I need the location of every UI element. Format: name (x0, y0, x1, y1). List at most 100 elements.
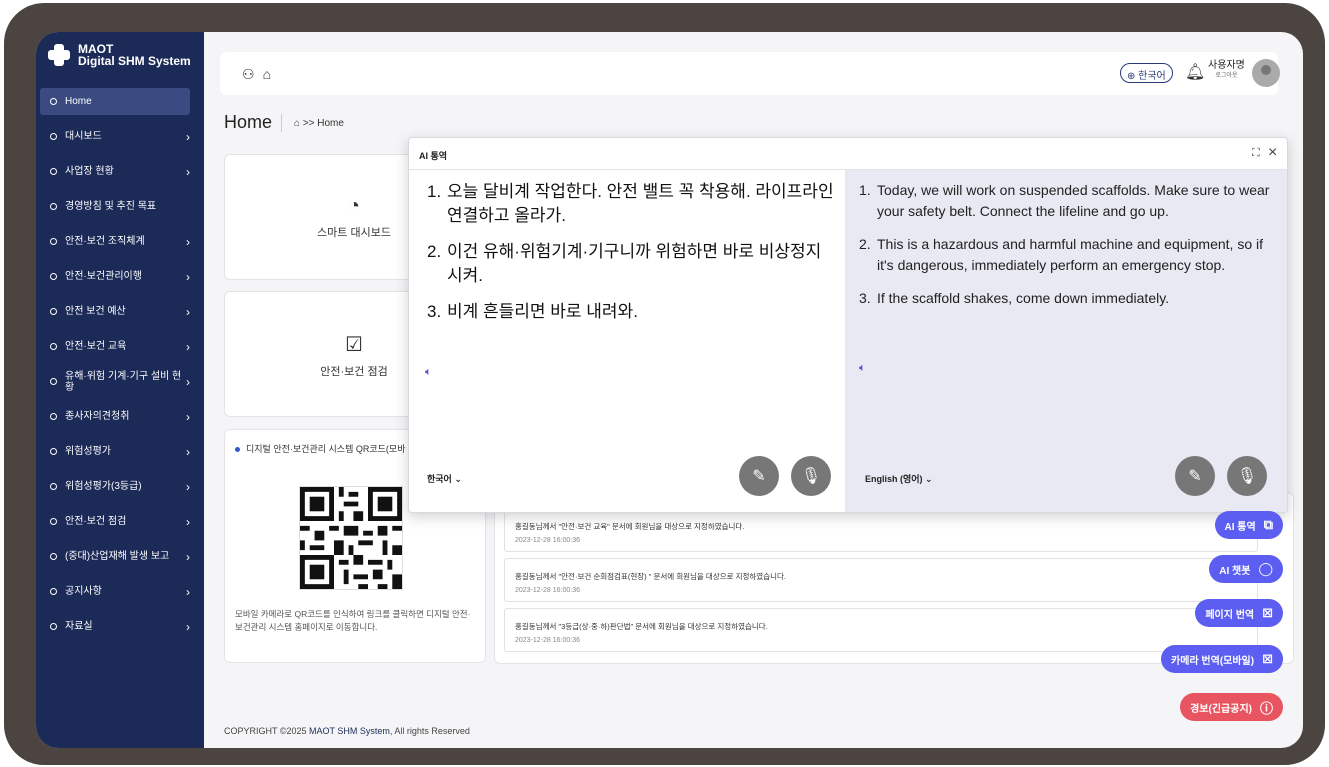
notification-item[interactable]: 홍길동님께서 "3등급(상·중·하)판단법" 문서에 회원님을 대상으로 지정하… (504, 608, 1258, 652)
sidebar-item-policy[interactable]: 경영방침 및 추진 목표 (36, 189, 204, 224)
pen-icon[interactable]: ✎ (1175, 456, 1215, 496)
ai-translate-button[interactable]: AI 통역 ⧉ (1214, 511, 1283, 539)
speaker-icon[interactable]: 🔈︎ (859, 362, 866, 375)
speaker-icon[interactable]: 🔈︎ (425, 366, 432, 379)
bullet-icon (50, 378, 57, 385)
bullet-icon (50, 483, 57, 490)
footer: COPYRIGHT ©2025 MAOT SHM System, All rig… (224, 726, 470, 736)
notification-item[interactable]: 홍길동님께서 "안전·보건 순회점검표(현장) " 문서에 회원님을 대상으로 … (504, 558, 1258, 602)
user-menu[interactable]: 사용자명 로그아웃 (1208, 60, 1245, 82)
chevron-right-icon: › (186, 619, 190, 634)
user-name: 사용자명 (1208, 60, 1245, 71)
user-icon[interactable]: ⚇ (242, 66, 255, 83)
target-pane: 1. Today, we will work on suspended scaff… (845, 170, 1287, 512)
sidebar-item-budget[interactable]: 안전 보건 예산 › (36, 294, 204, 329)
top-bar: ⚇ ⌂ ⊕ 한국어 🔔︎ 사용자명 로그아웃 (220, 52, 1280, 95)
home-icon[interactable]: ⌂ (263, 66, 271, 83)
app-logo[interactable]: MAOT Digital SHM System (48, 43, 191, 67)
qr-description: 모바일 카메라로 QR코드를 인식하여 링크를 클릭하면 디지털 안전·보건관리… (235, 609, 471, 632)
chevron-right-icon: › (186, 409, 190, 424)
target-text-list: 1. Today, we will work on suspended scaff… (859, 180, 1279, 321)
bullet-icon (50, 413, 57, 420)
chevron-right-icon: › (186, 339, 190, 354)
pen-icon[interactable]: ✎ (739, 456, 779, 496)
sidebar-item-site-status[interactable]: 사업장 현황 › (36, 154, 204, 189)
chevron-right-icon: › (186, 269, 190, 284)
sidebar-item-education[interactable]: 안전·보건 교육 › (36, 329, 204, 364)
bullet-icon (50, 98, 57, 105)
sidebar: MAOT Digital SHM System Home 대시보드 › 사업장 현… (36, 32, 204, 748)
sidebar-item-home[interactable]: Home (40, 88, 190, 115)
sidebar-item-dashboard[interactable]: 대시보드 › (36, 119, 204, 154)
source-text-list: 1. 오늘 달비계 작업한다. 안전 밸트 꼭 착용해. 라이프라인 연결하고 올… (427, 180, 837, 336)
bullet-icon (50, 238, 57, 245)
chevron-right-icon: › (186, 374, 190, 389)
sidebar-item-risk-assessment[interactable]: 위험성평가 › (36, 434, 204, 469)
bullet-icon (50, 203, 57, 210)
sidebar-item-organization[interactable]: 안전·보건 조직체계 › (36, 224, 204, 259)
sidebar-item-inspection[interactable]: 안전·보건 점검 › (36, 504, 204, 539)
bullet-icon (50, 273, 57, 280)
sidebar-item-risk-assessment-3[interactable]: 위험성평가(3등급) › (36, 469, 204, 504)
sidebar-nav: Home 대시보드 › 사업장 현황 › 경영방침 및 추진 목표 안전·보건 조직… (36, 88, 204, 644)
close-icon[interactable]: × (1268, 144, 1277, 162)
sidebar-item-archive[interactable]: 자료실 › (36, 609, 204, 644)
chevron-right-icon: › (186, 164, 190, 179)
logo-line2: Digital SHM System (78, 54, 191, 68)
target-line: 2. This is a hazardous and harmful machin… (859, 236, 1263, 273)
modal-title: AI 통역 (419, 151, 448, 161)
bullet-icon (50, 553, 57, 560)
chevron-right-icon: › (186, 129, 190, 144)
bullet-icon (50, 168, 57, 175)
logout-link[interactable]: 로그아웃 (1208, 71, 1245, 82)
logo-icon (48, 44, 70, 66)
bullet-icon (50, 133, 57, 140)
camera-translate-button[interactable]: 카메라 번역(모바일) ⊠ (1161, 645, 1283, 673)
camera-translate-icon: ⊠ (1262, 651, 1273, 666)
source-line: 3. 비계 흔들리면 바로 내려와. (427, 302, 638, 321)
breadcrumb: ⌂ >> Home (294, 118, 344, 129)
chat-bubble-icon: ◯ (1258, 561, 1273, 576)
target-language-select[interactable]: English (영어) ⌄ (865, 472, 933, 485)
chevron-right-icon: › (186, 479, 190, 494)
bullet-icon (50, 343, 57, 350)
notification-item[interactable]: 홍길동님께서 "안전·보건 교육" 문서에 회원님을 대상으로 지정하였습니다.… (504, 508, 1258, 552)
bullet-icon (50, 308, 57, 315)
microphone-icon[interactable]: 🎙︎ (1227, 456, 1267, 496)
ai-translation-modal: AI 통역 ⛶ × 1. 오늘 달비계 작업한다. 안전 밸트 꼭 착용해. 라이… (408, 137, 1288, 513)
target-line: 3. If the scaffold shakes, come down imme… (859, 290, 1170, 306)
microphone-icon[interactable]: 🎙︎ (791, 456, 831, 496)
page-translate-icon: ⊠ (1262, 605, 1273, 620)
bullet-icon (50, 448, 57, 455)
source-line: 1. 오늘 달비계 작업한다. 안전 밸트 꼭 착용해. 라이프라인 연결하고 올… (427, 182, 834, 225)
sidebar-item-management[interactable]: 안전·보건관리이행 › (36, 259, 204, 294)
sidebar-item-accident-report[interactable]: (중대)산업재해 발생 보고 › (36, 539, 204, 574)
sidebar-item-worker-opinion[interactable]: 종사자의견청취 › (36, 399, 204, 434)
sidebar-item-hazardous-equipment[interactable]: 유해·위험 기계·기구 설비 현황 › (36, 364, 204, 399)
chevron-right-icon: › (186, 444, 190, 459)
bullet-icon (50, 588, 57, 595)
footer-brand: MAOT SHM System (309, 726, 390, 736)
translate-icon: ⧉ (1263, 517, 1273, 532)
emergency-alert-button[interactable]: 경보(긴급공지) ⓘ (1180, 693, 1283, 721)
alert-icon: ⓘ (1259, 700, 1273, 716)
page-translate-button[interactable]: 페이지 번역 ⊠ (1195, 599, 1283, 627)
qr-code (299, 486, 403, 590)
ai-chatbot-button[interactable]: AI 챗봇 ◯ (1209, 555, 1283, 583)
bell-icon[interactable]: 🔔︎ (1185, 62, 1205, 82)
modal-header: AI 통역 ⛶ × (409, 138, 1287, 170)
language-button[interactable]: ⊕ 한국어 (1120, 63, 1173, 83)
avatar[interactable] (1252, 59, 1280, 87)
page-title: Home (224, 112, 273, 132)
sidebar-item-notice[interactable]: 공지사항 › (36, 574, 204, 609)
source-language-select[interactable]: 한국어 ⌄ (427, 472, 462, 485)
chevron-right-icon: › (186, 584, 190, 599)
qr-card-title: 디지털 안전·보건관리 시스템 QR코드(모바 (235, 442, 405, 455)
device-frame: MAOT Digital SHM System Home 대시보드 › 사업장 현… (4, 3, 1325, 765)
expand-icon[interactable]: ⛶ (1252, 147, 1260, 160)
source-line: 2. 이건 유해·위험기계·기구니까 위험하면 바로 비상정지 시켜. (427, 242, 822, 285)
chevron-right-icon: › (186, 549, 190, 564)
source-pane: 1. 오늘 달비계 작업한다. 안전 밸트 꼭 착용해. 라이프라인 연결하고 올… (409, 170, 845, 512)
bullet-icon (50, 623, 57, 630)
chevron-right-icon: › (186, 234, 190, 249)
